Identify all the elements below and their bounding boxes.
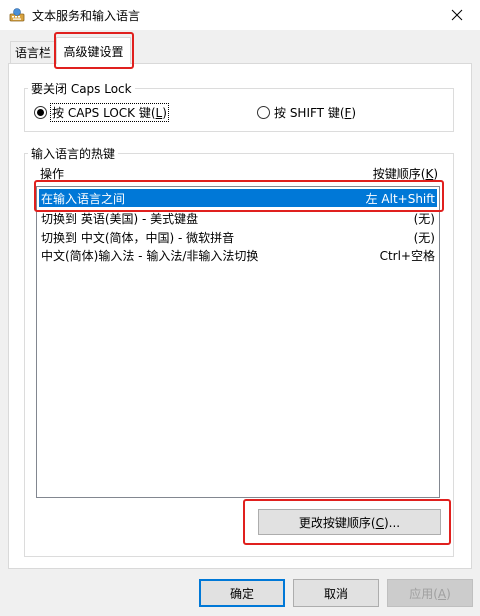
row-action: 中文(简体)输入法 - 输入法/非输入法切换: [41, 248, 259, 263]
tab-language-bar[interactable]: 语言栏: [10, 41, 56, 63]
tab-advanced-key-settings[interactable]: 高级键设置: [56, 37, 131, 64]
column-header-key-order: 按键顺序(K): [372, 167, 438, 181]
cancel-label: 取消: [323, 586, 348, 601]
apply-label: 应用(A): [409, 586, 451, 601]
caps-lock-group-legend: 要关闭 Caps Lock: [28, 80, 135, 97]
list-item[interactable]: 切换到 英语(美国) - 美式键盘 (无): [39, 209, 437, 227]
cancel-button[interactable]: 取消: [293, 579, 379, 607]
radio-dot: [37, 109, 44, 116]
keyboard-globe-icon: [9, 7, 25, 23]
radio-shift-label: 按 SHIFT 键(F): [274, 106, 357, 120]
change-key-sequence-button[interactable]: 更改按键顺序(C)...: [258, 509, 441, 535]
list-header: 操作 按键顺序(K): [40, 165, 438, 181]
close-button[interactable]: [434, 0, 480, 30]
row-keys: 左 Alt+Shift: [365, 191, 435, 206]
row-keys: (无): [413, 230, 435, 245]
row-keys: (无): [413, 211, 435, 226]
close-icon: [451, 9, 463, 21]
row-keys: Ctrl+空格: [379, 248, 435, 263]
radio-circle: [34, 106, 47, 119]
radio-caps-lock-label: 按 CAPS LOCK 键(L): [50, 103, 169, 122]
hotkey-group-legend: 输入语言的热键: [28, 145, 119, 162]
window-title: 文本服务和输入语言: [32, 9, 141, 23]
tab-label: 高级键设置: [63, 44, 124, 59]
radio-circle: [257, 106, 270, 119]
row-action: 切换到 中文(简体，中国) - 微软拼音: [41, 230, 235, 245]
list-item[interactable]: 在输入语言之间 左 Alt+Shift: [39, 189, 437, 207]
list-item[interactable]: 中文(简体)输入法 - 输入法/非输入法切换 Ctrl+空格: [39, 246, 437, 264]
column-header-action: 操作: [40, 167, 65, 181]
hotkey-list[interactable]: 在输入语言之间 左 Alt+Shift 切换到 英语(美国) - 美式键盘 (无…: [36, 186, 440, 498]
radio-shift[interactable]: 按 SHIFT 键(F): [257, 104, 356, 121]
row-action: 在输入语言之间: [41, 191, 126, 206]
change-key-sequence-label: 更改按键顺序(C)...: [298, 515, 401, 530]
list-item[interactable]: 切换到 中文(简体，中国) - 微软拼音 (无): [39, 228, 437, 246]
tab-label: 语言栏: [14, 46, 51, 60]
ok-button[interactable]: 确定: [199, 579, 285, 607]
apply-button[interactable]: 应用(A): [387, 579, 473, 607]
row-action: 切换到 英语(美国) - 美式键盘: [41, 211, 199, 226]
ok-label: 确定: [229, 586, 254, 601]
title-bar: 文本服务和输入语言: [0, 0, 480, 30]
radio-caps-lock[interactable]: 按 CAPS LOCK 键(L): [34, 103, 169, 122]
